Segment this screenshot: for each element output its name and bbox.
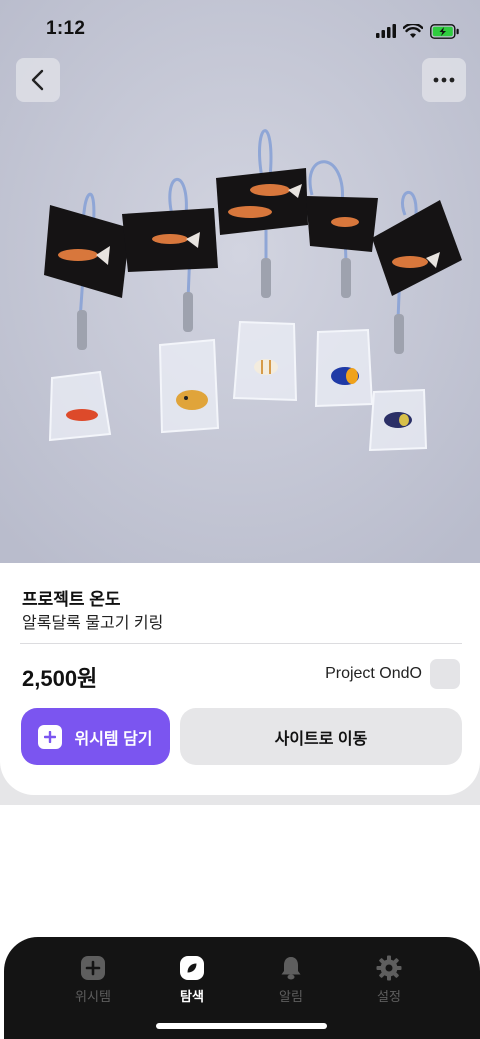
- bell-icon: [281, 957, 301, 980]
- tab-wishlist-label: 위시템: [75, 989, 111, 1004]
- battery-charging-icon: [430, 23, 459, 39]
- product-info-card: 프로젝트 온도 알록달록 물고기 키링 2,500원 Project OndO …: [0, 563, 480, 795]
- product-name: 알록달록 물고기 키링: [22, 615, 164, 632]
- plus-icon: [38, 724, 63, 749]
- chevron-left-icon: [31, 69, 44, 91]
- tab-notifications-label: 알림: [279, 989, 303, 1004]
- home-indicator: [156, 1023, 327, 1029]
- seller-avatar[interactable]: [430, 659, 460, 689]
- status-bar: 1:12: [0, 0, 480, 58]
- wifi-icon: [403, 23, 423, 38]
- tab-settings-label: 설정: [377, 989, 401, 1004]
- tab-settings[interactable]: 설정: [354, 955, 424, 1005]
- go-to-site-button[interactable]: 사이트로 이동: [180, 708, 462, 765]
- add-to-wishlist-label: 위시템 담기: [74, 730, 153, 748]
- plus-square-icon: [81, 956, 105, 980]
- tab-explore-label: 탐색: [180, 989, 204, 1004]
- add-to-wishlist-button[interactable]: 위시템 담기: [21, 708, 170, 765]
- back-button[interactable]: [16, 58, 60, 102]
- status-icons: [376, 20, 460, 42]
- go-to-site-label: 사이트로 이동: [274, 730, 368, 748]
- tab-notifications[interactable]: 알림: [256, 955, 326, 1005]
- seller[interactable]: Project OndO: [325, 659, 460, 689]
- cellular-signal-icon: [376, 24, 396, 38]
- fish-keyring-photo: [0, 0, 480, 563]
- tab-explore[interactable]: 탐색: [157, 955, 227, 1005]
- compass-leaf-icon: [180, 956, 204, 980]
- more-dots-icon: [433, 77, 455, 83]
- brand-name: 프로젝트 온도: [22, 590, 121, 609]
- product-image: [0, 0, 480, 563]
- divider: [20, 643, 462, 644]
- product-price: 2,500원: [22, 666, 98, 691]
- more-options-button[interactable]: [422, 58, 466, 102]
- status-time: 1:12: [46, 18, 86, 39]
- seller-name[interactable]: Project OndO: [325, 665, 422, 683]
- gear-icon: [376, 955, 402, 981]
- tab-wishlist[interactable]: 위시템: [58, 955, 128, 1005]
